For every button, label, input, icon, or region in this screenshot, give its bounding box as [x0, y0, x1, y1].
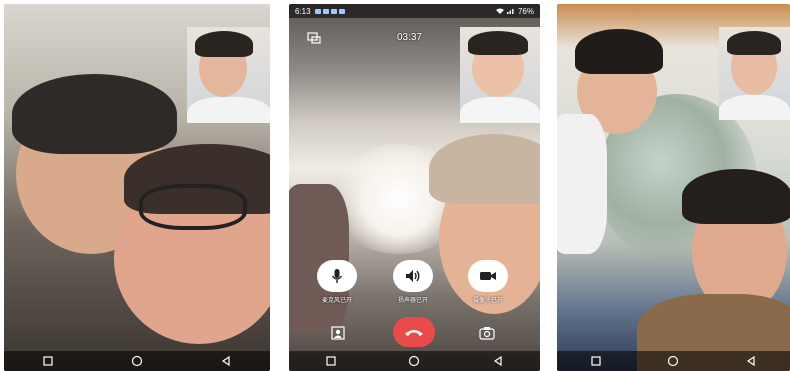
phone-screen-middle: 6:13 76% 03:37 麦克风已开 扬声器已开 摄像头已开 [289, 4, 540, 371]
hangup-icon [405, 330, 423, 336]
back-icon[interactable] [217, 354, 235, 368]
recent-apps-icon[interactable] [322, 354, 340, 368]
pip-shirt [719, 95, 790, 120]
child-hair [12, 74, 177, 154]
wifi-icon [495, 8, 504, 14]
woman-hair [682, 169, 790, 224]
system-navbar [289, 351, 540, 371]
home-icon[interactable] [664, 354, 682, 368]
boy-shirt [557, 114, 607, 254]
speaker-button[interactable] [393, 260, 433, 292]
system-navbar [557, 351, 790, 371]
microphone-icon [331, 269, 343, 283]
status-time: 6:13 [295, 6, 311, 16]
back-icon[interactable] [742, 354, 760, 368]
camera-button[interactable] [468, 260, 508, 292]
battery-level: 76% [517, 6, 534, 16]
call-timer: 03:37 [397, 32, 423, 43]
status-bar: 6:13 76% [289, 4, 540, 18]
pip-hair [727, 31, 781, 55]
self-view-pip[interactable] [719, 27, 790, 120]
status-right: 76% [495, 6, 534, 16]
blur-icon[interactable] [331, 326, 345, 345]
recent-apps-icon[interactable] [587, 354, 605, 368]
camera-control[interactable]: 摄像头已开 [464, 260, 512, 304]
back-icon[interactable] [489, 354, 507, 368]
adult-figure [289, 184, 349, 334]
pip-shirt [460, 97, 540, 123]
flip-camera-icon[interactable] [479, 326, 495, 345]
phone-screen-right [557, 4, 790, 371]
mic-label: 麦克风已开 [321, 298, 352, 304]
pip-shirt [187, 97, 270, 123]
phone-screen-left [4, 4, 270, 371]
home-icon[interactable] [405, 354, 423, 368]
notification-icons [314, 8, 345, 14]
recent-apps-icon[interactable] [39, 354, 57, 368]
pip-hair [195, 31, 253, 57]
speaker-icon [406, 270, 420, 282]
hangup-button[interactable] [393, 317, 435, 347]
switch-camera-icon[interactable] [307, 31, 321, 49]
child-hair [429, 134, 540, 204]
self-view-pip[interactable] [187, 27, 270, 123]
mic-button[interactable] [317, 260, 357, 292]
camera-label: 摄像头已开 [472, 298, 503, 304]
glasses [139, 184, 247, 230]
system-navbar [4, 351, 270, 371]
speaker-control[interactable]: 扬声器已开 [389, 260, 437, 304]
speaker-label: 扬声器已开 [397, 298, 428, 304]
pip-hair [468, 31, 528, 55]
video-camera-icon [480, 272, 496, 280]
boy-hair [575, 29, 663, 74]
signal-icon [506, 9, 514, 14]
self-view-pip[interactable] [460, 27, 540, 123]
home-icon[interactable] [128, 354, 146, 368]
mic-control[interactable]: 麦克风已开 [313, 260, 361, 304]
